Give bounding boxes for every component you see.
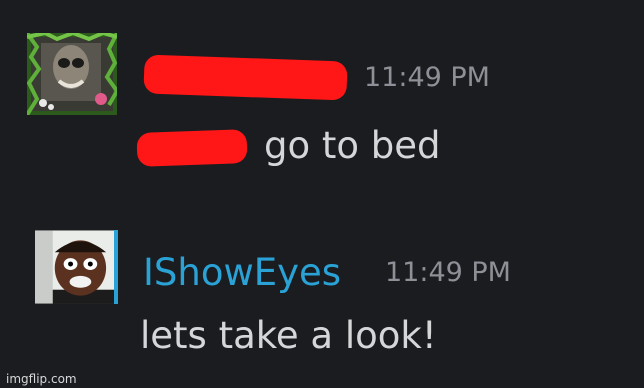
timestamp: 11:49 PM (364, 62, 490, 93)
monkey-meme-avatar-icon[interactable] (27, 33, 117, 115)
chat-message: 11:49 PM go to bed (0, 0, 644, 200)
timestamp: 11:49 PM (385, 257, 511, 288)
streamer-face-avatar-icon[interactable] (35, 230, 118, 304)
chat-message: IShowEyes 11:49 PM lets take a look! (0, 200, 644, 388)
message-text: go to bed (264, 124, 441, 167)
message-text: lets take a look! (140, 314, 437, 357)
chat-log: 11:49 PM go to bed IShowEyes 11:49 PM le… (0, 0, 644, 388)
author-name[interactable]: IShowEyes (143, 251, 341, 295)
redacted-mention (136, 129, 248, 167)
redacted-author-name (143, 54, 348, 101)
imgflip-watermark: imgflip.com (6, 372, 77, 386)
